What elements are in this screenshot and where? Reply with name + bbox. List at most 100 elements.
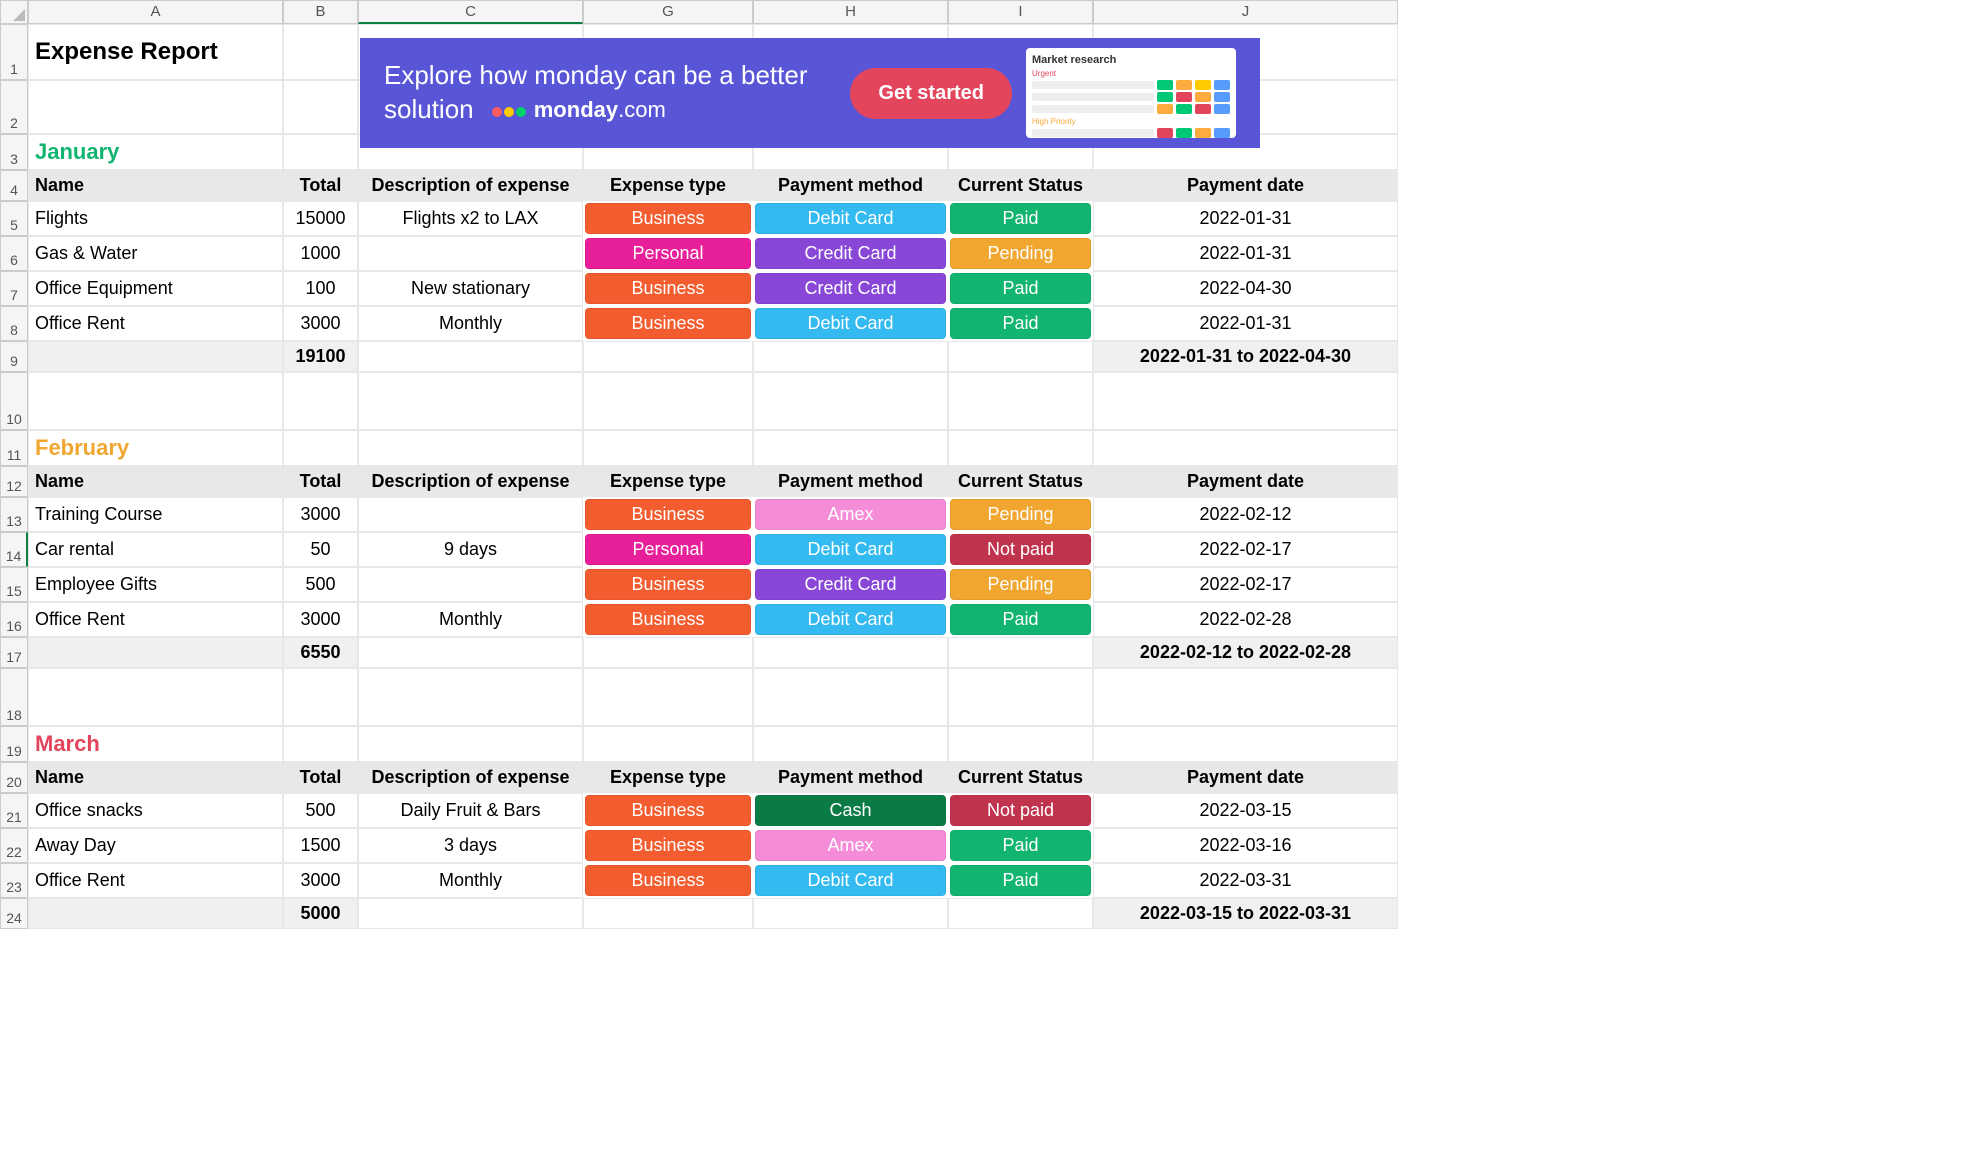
empty-cell[interactable] (358, 372, 583, 430)
expense-description[interactable] (358, 497, 583, 532)
expense-total[interactable]: 3000 (283, 306, 358, 341)
row-header[interactable]: 15 (0, 567, 28, 602)
empty-cell[interactable] (1093, 668, 1398, 726)
status-tag[interactable]: Not paid (950, 534, 1091, 565)
month-total[interactable]: 6550 (283, 637, 358, 668)
row-header[interactable]: 23 (0, 863, 28, 898)
empty-cell[interactable] (948, 637, 1093, 668)
expense-description[interactable]: Monthly (358, 863, 583, 898)
empty-cell[interactable] (948, 341, 1093, 372)
empty-cell[interactable] (753, 668, 948, 726)
empty-cell[interactable] (583, 726, 753, 762)
table-header[interactable]: Total (283, 170, 358, 201)
empty-cell[interactable] (283, 668, 358, 726)
expense-name[interactable]: Office Equipment (28, 271, 283, 306)
empty-cell[interactable] (1093, 726, 1398, 762)
column-header[interactable]: G (583, 0, 753, 24)
expense-total[interactable]: 3000 (283, 863, 358, 898)
table-header[interactable]: Current Status (948, 170, 1093, 201)
expense-description[interactable] (358, 236, 583, 271)
expense-type-tag[interactable]: Business (585, 604, 751, 635)
status-tag[interactable]: Paid (950, 604, 1091, 635)
row-header[interactable]: 2 (0, 80, 28, 134)
empty-cell[interactable] (1093, 372, 1398, 430)
payment-method-tag[interactable]: Debit Card (755, 203, 946, 234)
row-header[interactable]: 10 (0, 372, 28, 430)
empty-cell[interactable] (28, 80, 283, 134)
expense-total[interactable]: 50 (283, 532, 358, 567)
expense-type-tag[interactable]: Business (585, 308, 751, 339)
payment-method-tag[interactable]: Amex (755, 499, 946, 530)
empty-cell[interactable] (358, 898, 583, 929)
expense-total[interactable]: 3000 (283, 497, 358, 532)
expense-total[interactable]: 1500 (283, 828, 358, 863)
month-label[interactable]: February (28, 430, 283, 466)
row-header[interactable]: 7 (0, 271, 28, 306)
table-header[interactable]: Total (283, 466, 358, 497)
column-header[interactable]: I (948, 0, 1093, 24)
empty-cell[interactable] (358, 668, 583, 726)
table-header[interactable]: Name (28, 466, 283, 497)
empty-cell[interactable] (283, 430, 358, 466)
row-header[interactable]: 21 (0, 793, 28, 828)
payment-date[interactable]: 2022-03-31 (1093, 863, 1398, 898)
expense-description[interactable]: Flights x2 to LAX (358, 201, 583, 236)
column-header[interactable]: C (358, 0, 583, 24)
expense-description[interactable] (358, 567, 583, 602)
expense-type-tag[interactable]: Business (585, 203, 751, 234)
expense-total[interactable]: 100 (283, 271, 358, 306)
status-tag[interactable]: Paid (950, 203, 1091, 234)
status-tag[interactable]: Paid (950, 865, 1091, 896)
row-header[interactable]: 18 (0, 668, 28, 726)
column-header[interactable]: H (753, 0, 948, 24)
row-header[interactable]: 11 (0, 430, 28, 466)
table-header[interactable]: Description of expense (358, 466, 583, 497)
row-header[interactable]: 19 (0, 726, 28, 762)
payment-method-tag[interactable]: Credit Card (755, 238, 946, 269)
expense-name[interactable]: Office snacks (28, 793, 283, 828)
table-header[interactable]: Expense type (583, 762, 753, 793)
expense-name[interactable]: Car rental (28, 532, 283, 567)
row-header[interactable]: 1 (0, 24, 28, 80)
table-header[interactable]: Payment method (753, 170, 948, 201)
empty-cell[interactable] (583, 898, 753, 929)
empty-cell[interactable] (358, 637, 583, 668)
table-header[interactable]: Description of expense (358, 762, 583, 793)
table-header[interactable]: Expense type (583, 170, 753, 201)
status-tag[interactable]: Pending (950, 569, 1091, 600)
empty-cell[interactable] (1093, 430, 1398, 466)
expense-name[interactable]: Office Rent (28, 306, 283, 341)
date-range[interactable]: 2022-01-31 to 2022-04-30 (1093, 341, 1398, 372)
row-header[interactable]: 13 (0, 497, 28, 532)
empty-cell[interactable] (948, 668, 1093, 726)
empty-cell[interactable] (283, 726, 358, 762)
status-tag[interactable]: Paid (950, 830, 1091, 861)
row-header[interactable]: 4 (0, 170, 28, 201)
status-tag[interactable]: Paid (950, 273, 1091, 304)
row-header[interactable]: 17 (0, 637, 28, 668)
expense-total[interactable]: 3000 (283, 602, 358, 637)
expense-type-tag[interactable]: Business (585, 273, 751, 304)
expense-type-tag[interactable]: Business (585, 795, 751, 826)
payment-date[interactable]: 2022-02-28 (1093, 602, 1398, 637)
table-header[interactable]: Name (28, 170, 283, 201)
status-tag[interactable]: Paid (950, 308, 1091, 339)
month-total[interactable]: 19100 (283, 341, 358, 372)
table-header[interactable]: Payment method (753, 762, 948, 793)
expense-name[interactable]: Away Day (28, 828, 283, 863)
empty-cell[interactable] (283, 372, 358, 430)
empty-cell[interactable] (948, 726, 1093, 762)
empty-cell[interactable] (583, 341, 753, 372)
row-header[interactable]: 5 (0, 201, 28, 236)
table-header[interactable]: Current Status (948, 466, 1093, 497)
expense-description[interactable]: Daily Fruit & Bars (358, 793, 583, 828)
empty-cell[interactable] (28, 372, 283, 430)
row-header[interactable]: 6 (0, 236, 28, 271)
expense-name[interactable]: Flights (28, 201, 283, 236)
expense-type-tag[interactable]: Personal (585, 238, 751, 269)
expense-name[interactable]: Office Rent (28, 602, 283, 637)
summary-cell[interactable] (28, 898, 283, 929)
table-header[interactable]: Payment date (1093, 170, 1398, 201)
expense-total[interactable]: 15000 (283, 201, 358, 236)
date-range[interactable]: 2022-02-12 to 2022-02-28 (1093, 637, 1398, 668)
